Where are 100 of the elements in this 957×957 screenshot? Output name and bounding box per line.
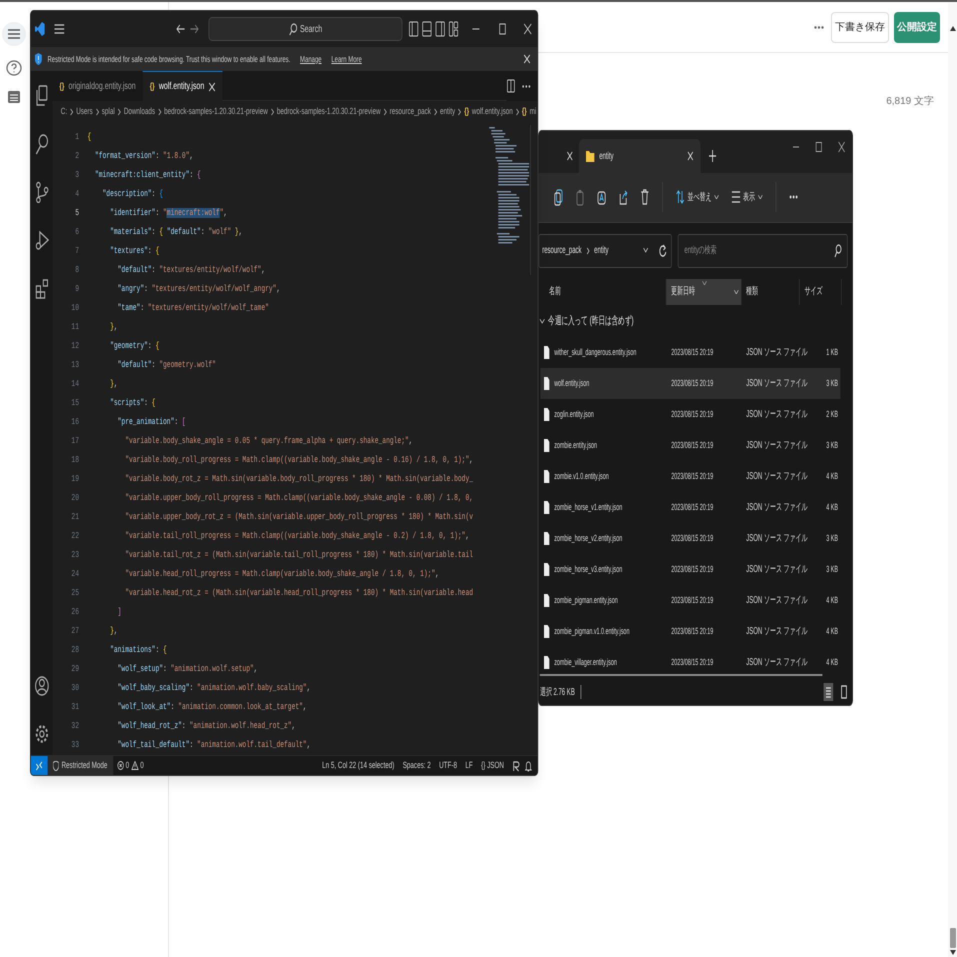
chevron-down-icon[interactable] <box>540 318 545 324</box>
breadcrumb-item[interactable]: resource_pack <box>390 105 431 119</box>
bell-icon[interactable] <box>524 760 532 772</box>
file-size: 4 KB <box>825 625 839 638</box>
address-bar[interactable]: resource_pack entity <box>538 234 672 268</box>
forward-arrow-icon[interactable] <box>190 24 199 34</box>
breadcrumb-item[interactable]: bedrock-samples-1.20.30.21-preview <box>276 105 380 119</box>
banner-link[interactable]: Learn More <box>331 52 362 66</box>
chevron-down-icon[interactable] <box>643 248 648 254</box>
column-header[interactable]: 種類 <box>741 278 800 305</box>
rename-icon[interactable] <box>597 188 606 206</box>
back-arrow-icon[interactable] <box>176 24 185 34</box>
file-row[interactable]: zombie_villager.entity.json 2023/08/15 20:19 JSON ソース ファイル 4 KB <box>540 647 840 672</box>
status-item[interactable]: Spaces: 2 <box>398 758 435 772</box>
breadcrumb-item[interactable]: C: <box>60 105 68 119</box>
file-row[interactable]: zombie_pigman.entity.json 2023/08/15 20:19 JSON ソース ファイル 4 KB <box>540 585 840 616</box>
search-field[interactable]: entityの検索 <box>678 234 848 268</box>
plus-icon[interactable] <box>709 150 716 162</box>
sort-button[interactable]: 並べ替え <box>676 190 719 205</box>
file-size: 4 KB <box>825 594 839 608</box>
breadcrumb-item[interactable]: mi <box>530 105 536 119</box>
file-date: 2023/08/15 20:19 <box>670 656 714 670</box>
problems-button[interactable]: 0 0 <box>112 756 148 775</box>
maximize-icon[interactable] <box>815 141 822 153</box>
json-icon: {} <box>59 80 64 94</box>
editor-tab[interactable]: {} originaldog.entity.json <box>52 71 143 101</box>
publish-settings-button[interactable]: 公開設定 <box>894 12 940 42</box>
file-icon <box>544 532 550 546</box>
file-row[interactable]: zombie_horse_v2.entity.json 2023/08/15 20:19 JSON ソース ファイル 3 KB <box>540 523 840 554</box>
folder-tab[interactable]: entity <box>578 139 701 173</box>
files-icon[interactable] <box>34 85 49 107</box>
column-header[interactable]: サイズ <box>800 278 842 305</box>
maximize-icon[interactable] <box>498 23 507 35</box>
trash-icon[interactable] <box>640 188 649 206</box>
scroll-down-icon[interactable] <box>950 950 956 955</box>
layout-icon[interactable] <box>448 21 458 37</box>
file-row[interactable]: zombie_horse_v1.entity.json 2023/08/15 20:19 JSON ソース ファイル 4 KB <box>540 492 840 524</box>
dropdown-caret-icon[interactable] <box>734 290 738 294</box>
refresh-icon[interactable] <box>659 244 666 258</box>
extensions-icon[interactable] <box>34 277 49 299</box>
settings-icon[interactable] <box>34 723 49 745</box>
restricted-mode-button[interactable]: Restricted Mode <box>48 756 113 775</box>
editor-tab[interactable]: {} wolf.entity.json <box>142 71 222 101</box>
group-header[interactable]: 今週に入って (昨日は含めず) <box>548 312 634 330</box>
file-type: JSON ソース ファイル <box>745 532 809 546</box>
search-box[interactable]: Search <box>208 17 402 41</box>
remote-button[interactable] <box>30 756 48 775</box>
close-icon[interactable] <box>524 23 532 35</box>
tiles-view-button[interactable] <box>839 683 849 702</box>
split-editor-icon[interactable] <box>506 79 516 93</box>
menu-icon[interactable] <box>54 24 64 34</box>
path-segment[interactable]: entity <box>594 243 608 258</box>
breadcrumb-item[interactable]: bedrock-samples-1.20.30.21-preview <box>164 105 268 119</box>
breadcrumb-item[interactable]: Downloads <box>124 105 155 119</box>
breadcrumb-item[interactable]: Users <box>76 105 93 119</box>
file-row[interactable]: wolf.entity.json 2023/08/15 20:19 JSON ソース ファイル 3 KB <box>540 368 840 400</box>
help-icon[interactable] <box>6 60 22 76</box>
code-line: }, <box>109 320 118 334</box>
file-row[interactable]: zoglin.entity.json 2023/08/15 20:19 JSON ソース ファイル 2 KB <box>540 399 840 430</box>
document-icon[interactable] <box>7 90 21 104</box>
file-date: 2023/08/15 20:19 <box>670 501 714 514</box>
file-row[interactable]: zombie_pigman.v1.0.entity.json 2023/08/15 20:19 JSON ソース ファイル 4 KB <box>540 616 840 648</box>
account-icon[interactable] <box>34 675 49 697</box>
more-icon[interactable] <box>789 195 798 200</box>
save-draft-button[interactable]: 下書き保存 <box>831 12 889 42</box>
more-icon[interactable] <box>814 26 824 28</box>
file-row[interactable]: zombie.v1.0.entity.json 2023/08/15 20:19 JSON ソース ファイル 4 KB <box>540 461 840 492</box>
scroll-up-icon[interactable] <box>950 26 956 31</box>
copy-icon[interactable] <box>554 188 563 206</box>
details-view-button[interactable] <box>824 683 834 702</box>
file-row[interactable]: zombie.entity.json 2023/08/15 20:19 JSON ソース ファイル 3 KB <box>540 430 840 462</box>
feedback-icon[interactable] <box>512 760 521 772</box>
column-title: サイズ <box>804 285 822 300</box>
toggle-sidebar-icon[interactable] <box>408 21 418 37</box>
search-icon[interactable] <box>34 133 49 155</box>
minimap-drawing[interactable] <box>487 125 532 275</box>
breadcrumb-item[interactable]: wolf.entity.json <box>472 105 513 119</box>
menu-button[interactable] <box>2 22 26 46</box>
breadcrumb-item[interactable]: entity <box>440 105 456 119</box>
branch-icon[interactable] <box>34 181 49 203</box>
share-icon[interactable] <box>619 188 628 206</box>
breadcrumb-item[interactable]: splal <box>102 105 115 119</box>
file-row[interactable]: zombie_horse_v3.entity.json 2023/08/15 20:19 JSON ソース ファイル 3 KB <box>540 554 840 586</box>
run-debug-icon[interactable] <box>34 229 49 251</box>
banner-link[interactable]: Manage <box>300 52 322 66</box>
code-line: "wolf_look_at": "animation.common.look_at_target", <box>116 700 307 714</box>
view-button[interactable]: 表示 <box>732 190 762 205</box>
file-row[interactable]: wither_skull_dangerous.entity.json 2023/08/15 20:19 JSON ソース ファイル 1 KB <box>540 337 840 368</box>
status-item[interactable]: LF <box>461 758 477 772</box>
status-item[interactable]: Ln 5, Col 22 (14 selected) <box>318 758 398 772</box>
toggle-panel-icon[interactable] <box>422 21 432 37</box>
status-item[interactable]: {} JSON <box>476 758 508 772</box>
horizontal-scrollbar[interactable] <box>540 674 822 676</box>
path-segment[interactable]: resource_pack <box>542 243 582 258</box>
status-item[interactable]: UTF-8 <box>434 758 462 772</box>
more-icon[interactable] <box>522 84 530 88</box>
close-icon[interactable] <box>838 141 846 153</box>
toggle-secondary-sidebar-icon[interactable] <box>435 21 446 37</box>
scrollbar-thumb[interactable] <box>950 928 956 948</box>
column-header[interactable]: 更新日時 <box>666 278 742 305</box>
